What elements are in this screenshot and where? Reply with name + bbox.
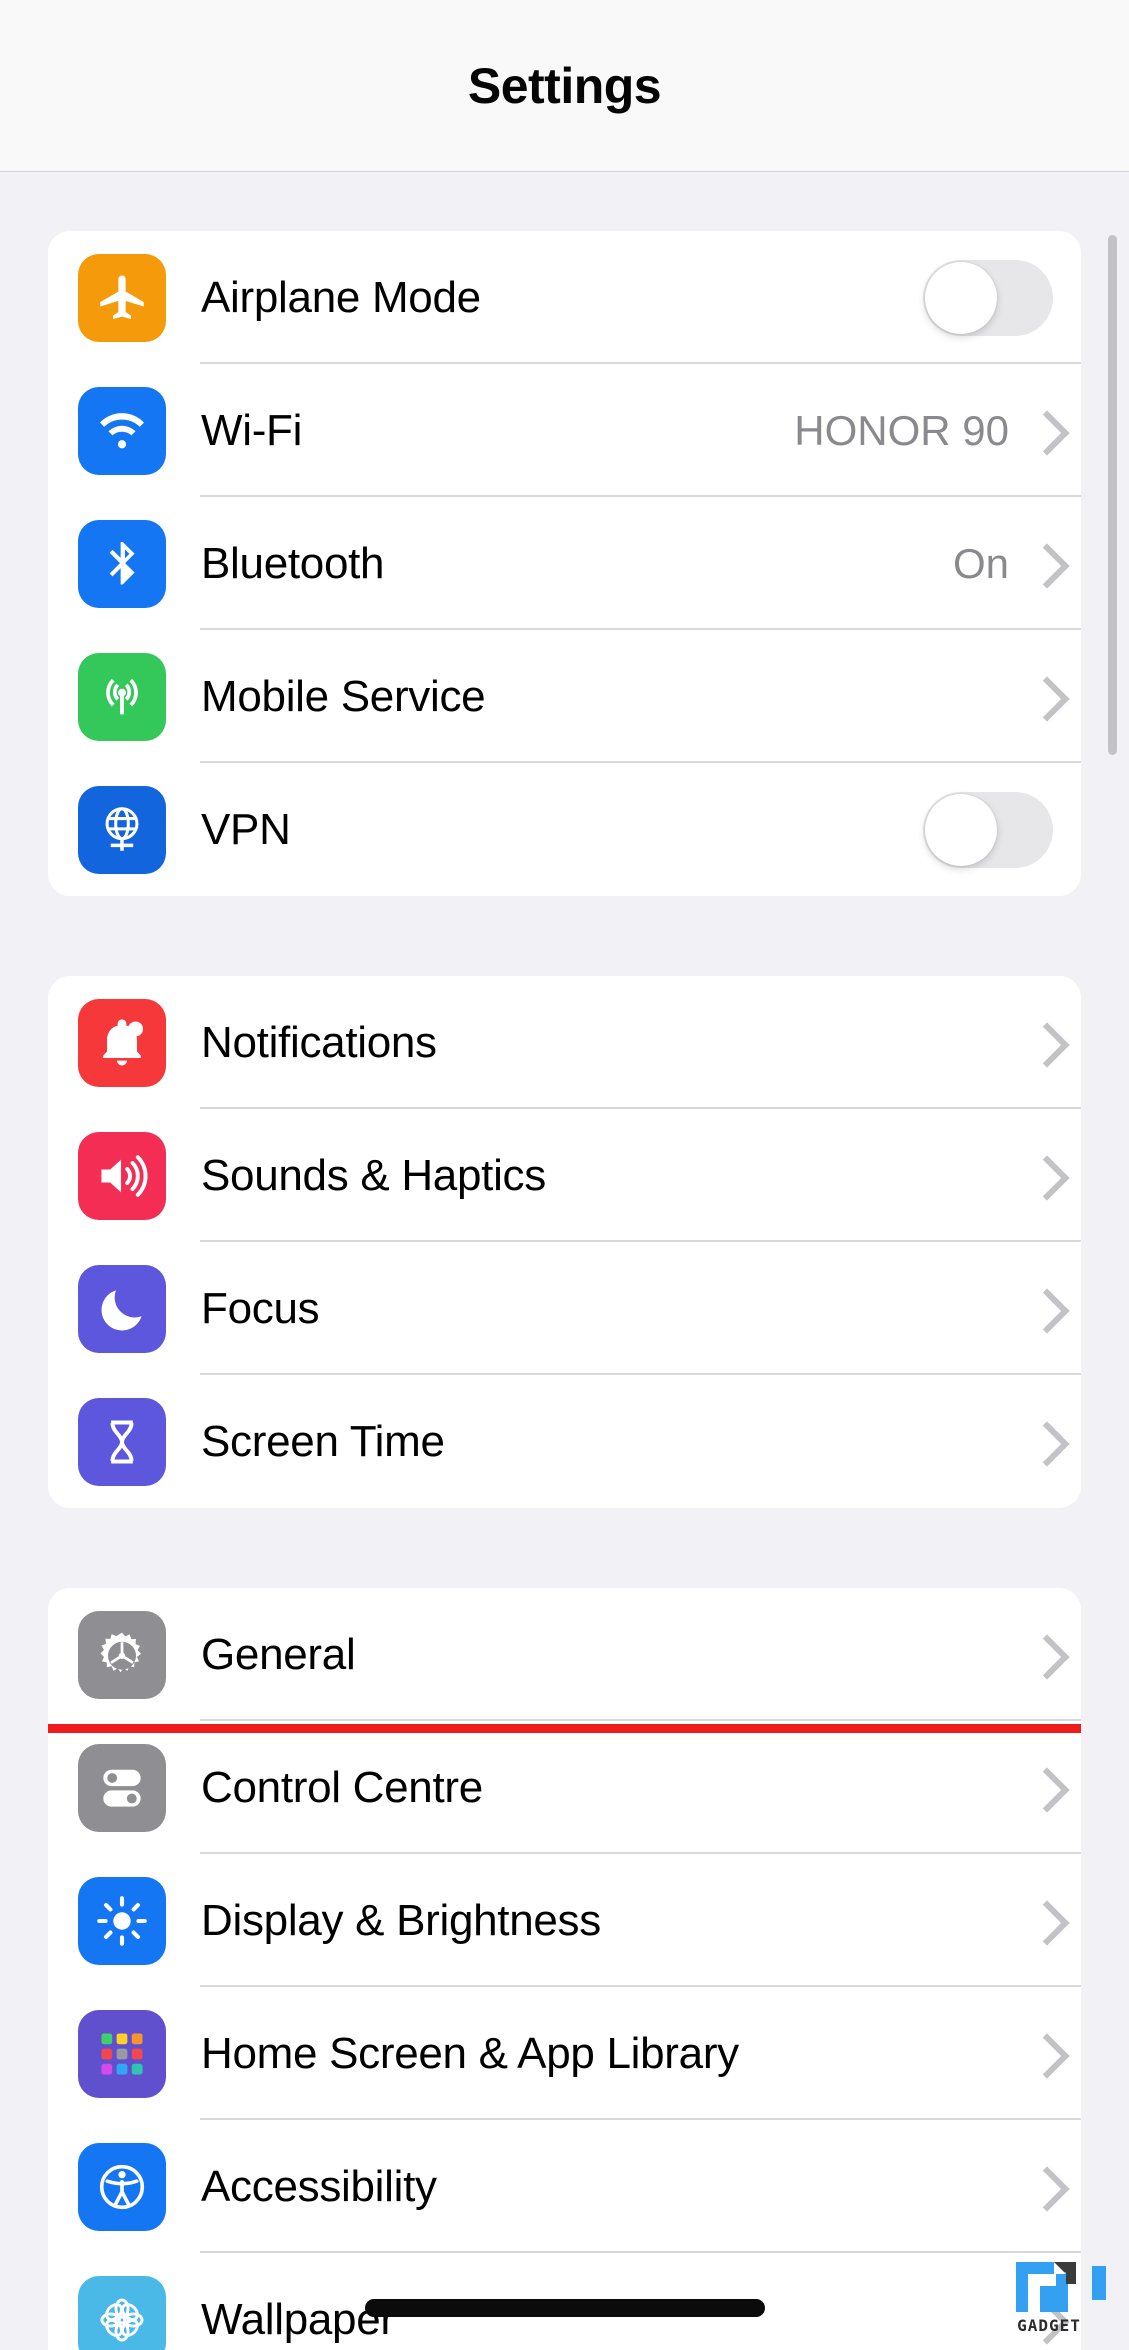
- settings-row-home-screen-app-library[interactable]: Home Screen & App Library: [48, 1987, 1081, 2120]
- accessibility-icon: [78, 2142, 166, 2231]
- highlight-wrapper-general: General: [48, 1588, 1081, 1733]
- brightness-icon: [78, 1876, 166, 1965]
- chevron-right-icon: [1031, 2035, 1053, 2073]
- settings-row-general[interactable]: General: [48, 1588, 1081, 1721]
- chevron-right-icon: [1031, 1769, 1053, 1807]
- page-title: Settings: [467, 57, 662, 114]
- row-value-wi-fi: HONOR 90: [794, 406, 1009, 454]
- settings-row-airplane-mode[interactable]: Airplane Mode: [48, 231, 1081, 364]
- watermark-bar: [1092, 2266, 1106, 2300]
- row-label-mobile-service: Mobile Service: [201, 671, 486, 721]
- row-label-notifications: Notifications: [201, 1017, 437, 1067]
- row-label-bluetooth: Bluetooth: [201, 538, 385, 588]
- row-value-bluetooth: On: [952, 539, 1009, 587]
- bluetooth-icon: [78, 519, 166, 608]
- settings-screen: Settings Airplane Mode Wi-Fi HONOR 90 Bl…: [0, 0, 1129, 2350]
- settings-group-connectivity: Airplane Mode Wi-Fi HONOR 90 Bluetooth O…: [48, 231, 1081, 896]
- toggle-knob: [925, 793, 997, 866]
- settings-row-wi-fi[interactable]: Wi-Fi HONOR 90: [48, 364, 1081, 497]
- airplane-icon: [78, 253, 166, 342]
- vertical-scrollbar[interactable]: [1108, 235, 1117, 755]
- row-label-focus: Focus: [201, 1283, 320, 1333]
- wallpaper-icon: [78, 2275, 166, 2350]
- settings-row-mobile-service[interactable]: Mobile Service: [48, 630, 1081, 763]
- settings-row-display-brightness[interactable]: Display & Brightness: [48, 1854, 1081, 1987]
- home-indicator: [364, 2299, 765, 2317]
- row-label-display-brightness: Display & Brightness: [201, 1895, 601, 1945]
- settings-group-system: General Control Centre Display & Brightn…: [48, 1588, 1081, 2350]
- hourglass-icon: [78, 1397, 166, 1486]
- settings-row-accessibility[interactable]: Accessibility: [48, 2120, 1081, 2253]
- row-label-airplane-mode: Airplane Mode: [201, 272, 481, 322]
- chevron-right-icon: [1031, 678, 1053, 716]
- settings-list-scroll[interactable]: Airplane Mode Wi-Fi HONOR 90 Bluetooth O…: [0, 173, 1129, 2350]
- control-centre-icon: [78, 1743, 166, 1832]
- row-label-screen-time: Screen Time: [201, 1416, 445, 1466]
- moon-icon: [78, 1264, 166, 1353]
- chevron-right-icon: [1031, 412, 1053, 450]
- settings-row-sounds-haptics[interactable]: Sounds & Haptics: [48, 1109, 1081, 1242]
- group-gap: [48, 896, 1081, 976]
- settings-row-control-centre[interactable]: Control Centre: [48, 1721, 1081, 1854]
- row-label-home-screen-app-library: Home Screen & App Library: [201, 2028, 739, 2078]
- toggle-knob: [925, 261, 997, 334]
- settings-row-bluetooth[interactable]: Bluetooth On: [48, 497, 1081, 630]
- gear-icon: [78, 1610, 166, 1699]
- watermark-logo: GADGET: [989, 2256, 1109, 2335]
- wifi-icon: [78, 386, 166, 475]
- bell-icon: [78, 998, 166, 1087]
- settings-row-focus[interactable]: Focus: [48, 1242, 1081, 1375]
- settings-row-screen-time[interactable]: Screen Time: [48, 1375, 1081, 1508]
- settings-row-notifications[interactable]: Notifications: [48, 976, 1081, 1109]
- chevron-right-icon: [1031, 1024, 1053, 1062]
- row-label-wi-fi: Wi-Fi: [201, 405, 303, 455]
- watermark-text: GADGET: [1017, 2316, 1081, 2335]
- chevron-right-icon: [1031, 1290, 1053, 1328]
- toggle-vpn[interactable]: [923, 791, 1053, 868]
- row-label-accessibility: Accessibility: [201, 2161, 437, 2211]
- chevron-right-icon: [1031, 1902, 1053, 1940]
- group-gap: [48, 1508, 1081, 1588]
- globe-icon: [78, 785, 166, 874]
- settings-group-alerts: Notifications Sounds & Haptics Focus Scr…: [48, 976, 1081, 1508]
- chevron-right-icon: [1031, 545, 1053, 583]
- settings-row-vpn[interactable]: VPN: [48, 763, 1081, 896]
- nav-bar: Settings: [0, 0, 1129, 172]
- chevron-right-icon: [1031, 2168, 1053, 2206]
- chevron-right-icon: [1031, 1423, 1053, 1461]
- row-label-general: General: [201, 1629, 356, 1679]
- chevron-right-icon: [1031, 1636, 1053, 1674]
- antenna-icon: [78, 652, 166, 741]
- row-label-sounds-haptics: Sounds & Haptics: [201, 1150, 546, 1200]
- chevron-right-icon: [1031, 1157, 1053, 1195]
- app-grid-icon: [78, 2009, 166, 2098]
- speaker-icon: [78, 1131, 166, 1220]
- row-label-vpn: VPN: [201, 804, 291, 854]
- toggle-airplane-mode[interactable]: [923, 259, 1053, 336]
- watermark-mark: [1014, 2256, 1106, 2314]
- row-label-control-centre: Control Centre: [201, 1762, 483, 1812]
